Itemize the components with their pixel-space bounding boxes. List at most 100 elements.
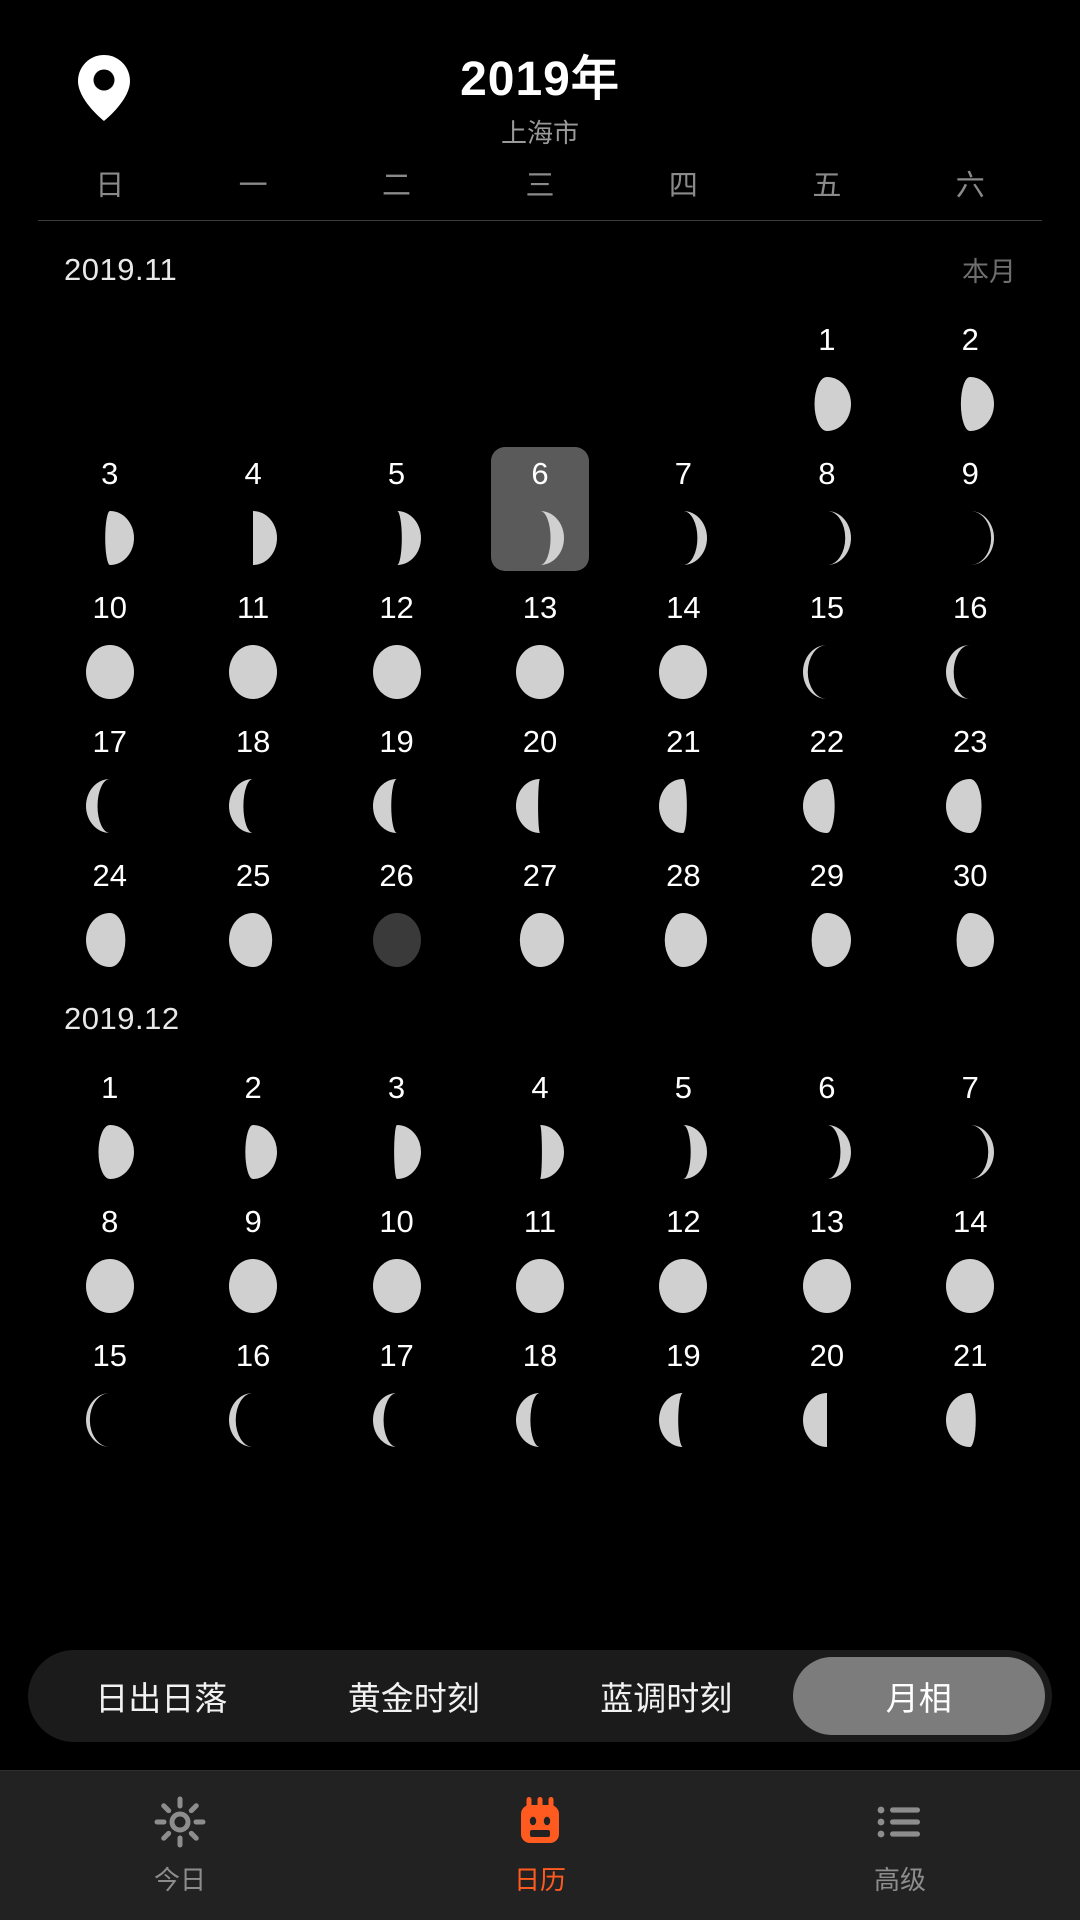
calendar-day-cell[interactable]: 5 [612, 1061, 755, 1185]
calendar-scroll-area[interactable]: 2019.11 本月 1 2 3 4 5 6 7 8 9 10 11 12 13 14 15 16 17 18 19 20… [0, 222, 1080, 1770]
calendar-day-cell[interactable]: 4 [468, 1061, 611, 1185]
day-number: 11 [237, 590, 270, 625]
weekday-4: 四 [668, 169, 698, 202]
moon-phase-icon [79, 771, 141, 841]
calendar-day-cell[interactable]: 7 [899, 1061, 1042, 1185]
calendar-day-cell[interactable]: 13 [755, 1195, 898, 1319]
moon-phase-icon [652, 637, 714, 707]
moon-phase-icon [366, 1251, 428, 1321]
calendar-day-cell[interactable]: 2 [181, 1061, 324, 1185]
calendar-day-cell[interactable]: 16 [181, 1329, 324, 1453]
tab-今日[interactable]: 今日 [0, 1771, 360, 1920]
day-number: 5 [387, 456, 406, 491]
month-header: 2019.11 本月 [0, 222, 1080, 303]
moon-phase-icon [509, 1251, 571, 1321]
moon-phase-icon [222, 905, 284, 975]
calendar-day-cell[interactable]: 9 [899, 447, 1042, 571]
weekday-5: 五 [812, 169, 842, 202]
calendar-day-cell[interactable]: 5 [325, 447, 468, 571]
calendar-day-cell[interactable]: 27 [468, 849, 611, 973]
moon-phase-icon [79, 1117, 141, 1187]
day-number: 2 [244, 1070, 262, 1105]
calendar-day-cell[interactable]: 18 [468, 1329, 611, 1453]
calendar-day-cell[interactable]: 11 [468, 1195, 611, 1319]
calendar-day-cell[interactable]: 18 [181, 715, 324, 839]
calendar-day-cell[interactable]: 10 [38, 581, 181, 705]
calendar-day-cell[interactable]: 20 [755, 1329, 898, 1453]
segment-option-2[interactable]: 蓝调时刻 [540, 1657, 793, 1735]
segment-option-1[interactable]: 黄金时刻 [288, 1657, 541, 1735]
calendar-day-cell[interactable]: 19 [325, 715, 468, 839]
calendar-day-cell[interactable]: 28 [612, 849, 755, 973]
moon-phase-icon [222, 1385, 284, 1455]
tab-label: 今日 [153, 1865, 206, 1895]
calendar-day-cell[interactable]: 15 [38, 1329, 181, 1453]
calendar-day-cell[interactable]: 1 [38, 1061, 181, 1185]
app-header: 2019年 上海市 [0, 0, 1080, 148]
calendar-day-cell[interactable]: 23 [899, 715, 1042, 839]
calendar-day-cell[interactable]: 9 [181, 1195, 324, 1319]
day-number: 30 [953, 858, 988, 893]
calendar-day-cell[interactable]: 29 [755, 849, 898, 973]
calendar-day-cell[interactable]: 8 [38, 1195, 181, 1319]
day-number: 26 [379, 858, 414, 893]
moon-phase-icon [796, 1117, 858, 1187]
calendar-day-cell[interactable]: 14 [899, 1195, 1042, 1319]
calendar-week-row: 12 [0, 313, 1080, 437]
calendar-day-cell[interactable]: 8 [755, 447, 898, 571]
calendar-day-cell[interactable]: 17 [38, 715, 181, 839]
calendar-empty-cell [612, 313, 755, 437]
calendar-day-cell[interactable]: 19 [612, 1329, 755, 1453]
calendar-day-cell[interactable]: 22 [755, 715, 898, 839]
header-title-block: 2019年 上海市 [0, 52, 1080, 154]
day-number: 28 [666, 858, 701, 893]
moon-phase-icon [652, 1251, 714, 1321]
moon-phase-icon [366, 1117, 428, 1187]
moon-phase-icon [939, 771, 1001, 841]
calendar-day-cell[interactable]: 15 [755, 581, 898, 705]
mode-segmented-control[interactable]: 日出日落 黄金时刻 蓝调时刻 月相 [28, 1650, 1052, 1742]
calendar-day-cell[interactable]: 25 [181, 849, 324, 973]
calendar-day-cell[interactable]: 14 [612, 581, 755, 705]
day-number: 17 [92, 724, 127, 759]
calendar-day-cell[interactable]: 21 [612, 715, 755, 839]
day-number: 27 [522, 858, 558, 893]
calendar-day-cell[interactable]: 1 [755, 313, 898, 437]
moon-phase-icon [652, 905, 714, 975]
segment-option-0[interactable]: 日出日落 [35, 1657, 288, 1735]
moon-phase-icon [939, 1251, 1001, 1321]
calendar-day-cell[interactable]: 10 [325, 1195, 468, 1319]
moon-phase-icon [939, 905, 1001, 975]
month-label: 2019.12 [64, 1001, 180, 1036]
calendar-day-cell[interactable]: 3 [38, 447, 181, 571]
day-number: 3 [387, 1070, 406, 1105]
calendar-day-cell[interactable]: 12 [612, 1195, 755, 1319]
calendar-day-cell[interactable]: 24 [38, 849, 181, 973]
calendar-day-cell[interactable]: 2 [899, 313, 1042, 437]
list-icon [872, 1794, 928, 1850]
moon-phase-icon [796, 369, 858, 439]
calendar-day-cell[interactable]: 3 [325, 1061, 468, 1185]
day-number: 8 [101, 1204, 119, 1239]
moon-phase-icon [509, 1385, 571, 1455]
calendar-day-cell[interactable]: 26 [325, 849, 468, 973]
calendar-day-cell[interactable]: 6 [755, 1061, 898, 1185]
tab-日历[interactable]: 日历 [360, 1771, 720, 1920]
calendar-day-cell[interactable]: 17 [325, 1329, 468, 1453]
calendar-day-cell[interactable]: 4 [181, 447, 324, 571]
day-number: 14 [953, 1204, 988, 1239]
tab-高级[interactable]: 高级 [720, 1771, 1080, 1920]
day-number: 19 [666, 1338, 701, 1373]
calendar-day-cell[interactable]: 21 [899, 1329, 1042, 1453]
calendar-day-cell[interactable]: 20 [468, 715, 611, 839]
calendar-day-cell[interactable]: 6 [468, 447, 611, 571]
calendar-day-cell[interactable]: 16 [899, 581, 1042, 705]
moon-phase-icon [366, 637, 428, 707]
calendar-day-cell[interactable]: 13 [468, 581, 611, 705]
calendar-day-cell[interactable]: 7 [612, 447, 755, 571]
calendar-day-cell[interactable]: 30 [899, 849, 1042, 973]
calendar-day-cell[interactable]: 11 [181, 581, 324, 705]
moon-phase-icon [796, 771, 858, 841]
calendar-day-cell[interactable]: 12 [325, 581, 468, 705]
segment-option-3[interactable]: 月相 [792, 1657, 1045, 1735]
